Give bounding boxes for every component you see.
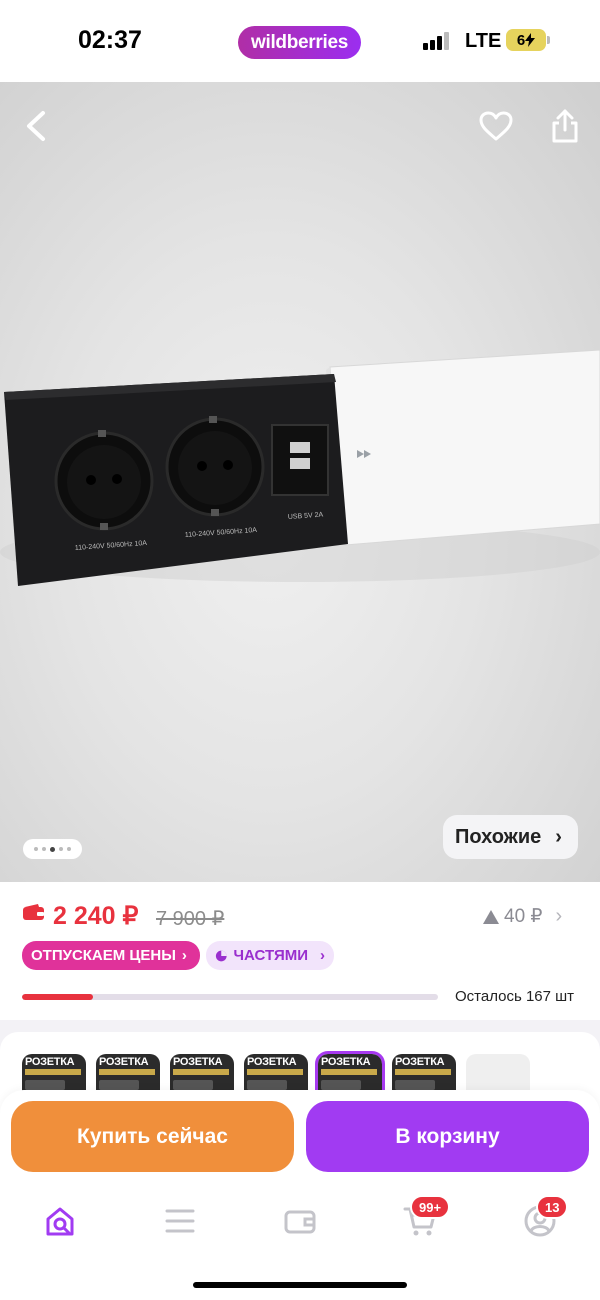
heart-icon <box>479 111 513 141</box>
home-indicator <box>193 1282 407 1288</box>
tab-wallet[interactable] <box>280 1201 320 1241</box>
sale-badge[interactable]: ОТПУСКАЕМ ЦЕНЫ › <box>22 941 200 970</box>
variant-thumbnail-tag <box>173 1069 229 1075</box>
variant-thumbnail-tag <box>321 1069 377 1075</box>
variant-thumbnail-title: РОЗЕТКА <box>321 1056 371 1068</box>
brand-logo: wildberries <box>238 26 361 59</box>
variant-thumbnail-product <box>173 1080 213 1090</box>
chevron-right-icon: › <box>555 905 563 927</box>
pager-dot <box>67 847 71 851</box>
wallet-icon <box>23 904 44 920</box>
variant-thumbnail-title: РОЗЕТКА <box>25 1056 75 1068</box>
pager-dot <box>59 847 63 851</box>
menu-icon <box>165 1209 195 1233</box>
back-button[interactable] <box>14 104 58 148</box>
chevron-right-icon: › <box>181 947 187 964</box>
variant-thumbnail-product <box>99 1080 139 1090</box>
favorite-button[interactable] <box>474 104 518 148</box>
gallery-pager <box>23 839 82 859</box>
purchase-actions: Купить сейчас В корзину <box>0 1090 600 1185</box>
network-type: LTE <box>465 30 502 52</box>
cart-count-badge: 99+ <box>410 1195 451 1219</box>
signal-icon <box>423 32 451 50</box>
stock-progress-fill <box>22 994 93 1000</box>
variant-thumbnail-title: РОЗЕТКА <box>173 1056 223 1068</box>
tab-profile[interactable]: 13 <box>520 1195 569 1241</box>
variant-thumbnail-tag <box>25 1069 81 1075</box>
product-photo: 110-240V 50/60Hz 10A 110-240V 50/60Hz 10… <box>0 349 600 586</box>
product-screen: 02:37 wildberries LTE 6 110-240V 50/60Hz… <box>0 0 600 1300</box>
chevron-left-icon <box>27 111 45 141</box>
charging-bolt-icon <box>525 33 536 47</box>
chevron-right-icon: › <box>555 825 562 848</box>
variant-thumbnail-product <box>247 1080 287 1090</box>
price-card: 2 240 ₽ 7 900 ₽ 40 ₽ › ОТПУСКАЕМ ЦЕНЫ › … <box>0 882 600 1020</box>
variant-thumbnail-tag <box>395 1069 451 1075</box>
chevron-right-icon: › <box>320 947 325 964</box>
stock-progress <box>22 994 438 1000</box>
variant-thumbnail-product <box>25 1080 65 1090</box>
price-change-value: 40 ₽ <box>504 906 543 927</box>
variant-thumbnail-title: РОЗЕТКА <box>395 1056 445 1068</box>
variant-thumbnail-title: РОЗЕТКА <box>99 1056 149 1068</box>
pager-dot-active <box>50 846 55 852</box>
profile-notification-badge: 13 <box>536 1195 569 1219</box>
variant-thumbnail-tag <box>99 1069 155 1075</box>
stock-remaining: Осталось 167 шт <box>455 988 575 1005</box>
add-to-cart-button[interactable]: В корзину <box>306 1101 589 1172</box>
old-price: 7 900 ₽ <box>156 908 225 930</box>
current-price: 2 240 ₽ <box>53 902 139 930</box>
tab-cart[interactable]: 99+ <box>400 1195 451 1241</box>
battery-icon: 6 <box>506 29 546 51</box>
installments-label: ЧАСТЯМИ <box>233 947 308 964</box>
battery-nub <box>547 36 550 44</box>
variant-thumbnail-title: РОЗЕТКА <box>247 1056 297 1068</box>
wallet-icon <box>284 1210 316 1234</box>
price-history-link[interactable]: 40 ₽ › <box>483 905 562 928</box>
similar-label: Похожие <box>455 825 542 848</box>
battery-level: 6 <box>516 31 526 49</box>
pager-dot <box>34 847 38 851</box>
variant-thumbnail-product <box>395 1080 435 1090</box>
buy-now-button[interactable]: Купить сейчас <box>11 1101 294 1172</box>
installments-badge[interactable]: ЧАСТЯМИ › <box>206 941 334 970</box>
status-time: 02:37 <box>78 26 142 54</box>
pie-chart-icon <box>215 950 227 961</box>
home-search-icon <box>46 1207 74 1236</box>
variant-thumbnail-tag <box>247 1069 303 1075</box>
variant-thumbnail-product <box>321 1080 361 1090</box>
status-bar: 02:37 wildberries LTE 6 <box>0 0 600 82</box>
triangle-up-icon <box>483 909 499 924</box>
pager-dot <box>42 847 46 851</box>
similar-products-button[interactable]: Похожие › <box>443 815 578 859</box>
tab-home[interactable] <box>40 1201 80 1241</box>
product-image-gallery[interactable]: 110-240V 50/60Hz 10A 110-240V 50/60Hz 10… <box>0 82 600 882</box>
sale-badge-label: ОТПУСКАЕМ ЦЕНЫ <box>31 947 176 964</box>
share-icon <box>552 109 578 143</box>
tab-catalog[interactable] <box>160 1201 200 1241</box>
share-button[interactable] <box>543 104 587 148</box>
